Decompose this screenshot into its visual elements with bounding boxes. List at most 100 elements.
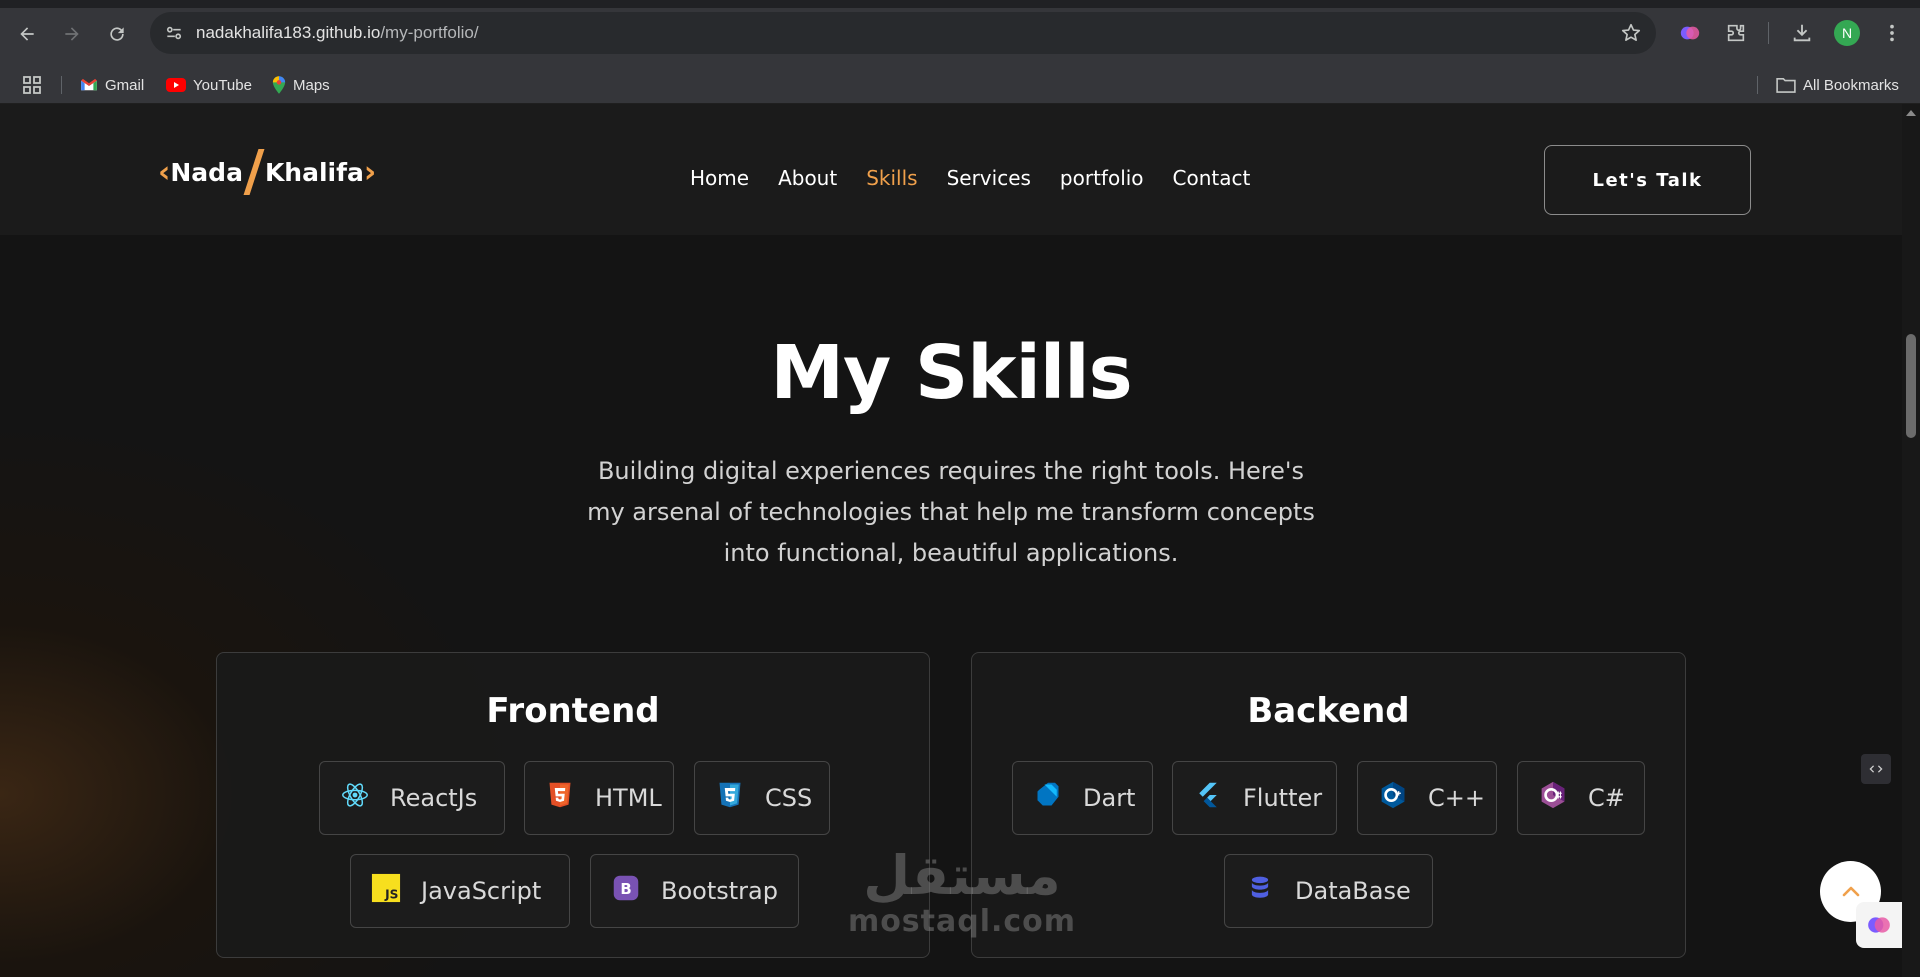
skill-label: HTML: [595, 784, 662, 812]
skill-chip-html[interactable]: HTML: [524, 761, 674, 835]
gmail-icon: [81, 78, 97, 91]
tab-strip: [0, 0, 1920, 8]
skill-label: CSS: [765, 784, 813, 812]
apps-grid-icon[interactable]: [22, 75, 42, 95]
site-logo[interactable]: ‹ Nada Khalifa ›: [158, 149, 377, 195]
logo-first-name: Nada: [170, 157, 243, 187]
url-host: nadakhalifa183.github.io: [196, 23, 381, 42]
nav-services[interactable]: Services: [947, 166, 1031, 190]
skill-label: C#: [1588, 784, 1625, 812]
maps-icon: [272, 76, 286, 94]
nav-skills[interactable]: Skills: [866, 166, 917, 190]
skill-chip-flutter[interactable]: Flutter: [1172, 761, 1337, 835]
skill-label: JavaScript: [421, 877, 542, 905]
youtube-icon: [166, 78, 186, 92]
skill-label: ReactJs: [390, 784, 478, 812]
database-icon: [1245, 873, 1275, 903]
skill-chip-cpp[interactable]: C++: [1357, 761, 1497, 835]
skill-label: Bootstrap: [661, 877, 778, 905]
page-viewport: ‹ Nada Khalifa › Home About Skills Servi…: [0, 104, 1902, 977]
skill-label: C++: [1428, 784, 1485, 812]
all-bookmarks-button[interactable]: All Bookmarks: [1776, 75, 1899, 95]
arrow-left-icon: [20, 27, 34, 41]
skills-title: My Skills: [770, 330, 1132, 416]
forward-button[interactable]: [54, 16, 90, 52]
side-extension-widget[interactable]: [1861, 754, 1891, 784]
css3-icon: [715, 780, 745, 810]
extensions-puzzle-icon[interactable]: [1721, 18, 1751, 48]
bookmark-maps[interactable]: Maps: [272, 75, 330, 95]
bookmark-star-icon[interactable]: [1620, 22, 1642, 44]
skills-subtitle: Building digital experiences requires th…: [587, 457, 1315, 567]
bookmark-label: Gmail: [105, 76, 145, 94]
code-icon: [1869, 765, 1883, 773]
skill-chip-javascript[interactable]: JS JavaScript: [350, 854, 570, 928]
nav-home[interactable]: Home: [690, 166, 749, 190]
flutter-icon: [1193, 780, 1223, 810]
bookmark-label: YouTube: [193, 76, 252, 94]
bookmarks-separator: [61, 76, 62, 94]
nav-portfolio[interactable]: portfolio: [1060, 166, 1144, 190]
bookmark-gmail[interactable]: Gmail: [80, 75, 144, 95]
skill-chip-bootstrap[interactable]: B Bootstrap: [590, 854, 799, 928]
frontend-card: Frontend ReactJs HTML CSS JS JavaScript: [216, 652, 930, 958]
url-text: nadakhalifa183.github.io/my-portfolio/: [196, 23, 479, 43]
back-button[interactable]: [9, 16, 45, 52]
skill-chip-dart[interactable]: Dart: [1012, 761, 1153, 835]
nav-about[interactable]: About: [778, 166, 837, 190]
html5-icon: [545, 780, 575, 810]
scroll-up-arrow-icon[interactable]: [1906, 110, 1916, 116]
cplusplus-icon: [1378, 780, 1408, 810]
folder-icon: [1776, 77, 1796, 93]
javascript-icon: JS: [371, 873, 401, 903]
skill-chip-csharp[interactable]: C#: [1517, 761, 1645, 835]
reload-icon: [110, 27, 124, 41]
logo-slash: [243, 149, 265, 195]
watermark-latin: mostaql.com: [847, 904, 1077, 939]
page-scrollbar[interactable]: [1902, 104, 1920, 977]
all-bookmarks-label: All Bookmarks: [1803, 76, 1899, 94]
svg-text:B: B: [620, 880, 631, 898]
logo-chevron-right-icon: ›: [363, 154, 377, 190]
main-nav: Home About Skills Services portfolio Con…: [690, 166, 1279, 190]
skill-chip-reactjs[interactable]: ReactJs: [319, 761, 505, 835]
skill-chip-database[interactable]: DataBase: [1224, 854, 1433, 928]
bookmark-label: Maps: [293, 76, 330, 94]
downloads-icon[interactable]: [1787, 18, 1817, 48]
site-settings-icon[interactable]: [164, 23, 184, 43]
assistant-widget[interactable]: [1856, 902, 1902, 948]
watermark-arabic: مستقل: [863, 844, 1061, 907]
skill-chip-css[interactable]: CSS: [694, 761, 830, 835]
address-bar[interactable]: nadakhalifa183.github.io/my-portfolio/: [150, 12, 1656, 54]
logo-last-name: Khalifa: [264, 157, 364, 187]
chevron-up-icon: [1842, 886, 1859, 896]
bookmarks-bar: Gmail YouTube Maps All Bookmarks: [0, 66, 1920, 104]
browser-menu-icon[interactable]: [1877, 18, 1907, 48]
site-header: ‹ Nada Khalifa › Home About Skills Servi…: [0, 104, 1902, 235]
bookmark-youtube[interactable]: YouTube: [166, 75, 252, 95]
url-path: /my-portfolio/: [380, 23, 479, 42]
toolbar-separator: [1768, 22, 1769, 44]
react-icon: [340, 780, 370, 810]
profile-avatar[interactable]: N: [1834, 20, 1860, 46]
browser-toolbar: nadakhalifa183.github.io/my-portfolio/ N: [0, 0, 1920, 66]
skill-label: Dart: [1083, 784, 1136, 812]
backend-title: Backend: [1247, 691, 1410, 731]
svg-text:JS: JS: [384, 887, 398, 901]
nav-contact[interactable]: Contact: [1173, 166, 1251, 190]
skill-label: DataBase: [1295, 877, 1411, 905]
frontend-title: Frontend: [486, 691, 660, 731]
lets-talk-button[interactable]: Let's Talk: [1544, 145, 1751, 215]
bootstrap-icon: B: [611, 873, 641, 903]
brain-icon: [1868, 917, 1890, 933]
bookmarks-separator: [1757, 76, 1758, 94]
extension-brain-icon[interactable]: [1675, 18, 1705, 48]
csharp-icon: [1538, 780, 1568, 810]
mostaql-watermark: مستقل mostaql.com: [842, 846, 1082, 938]
scrollbar-thumb[interactable]: [1906, 334, 1916, 438]
arrow-right-icon: [65, 27, 79, 41]
reload-button[interactable]: [99, 16, 135, 52]
skill-label: Flutter: [1243, 784, 1323, 812]
dart-icon: [1033, 780, 1063, 810]
logo-chevron-left-icon: ‹: [158, 154, 171, 190]
